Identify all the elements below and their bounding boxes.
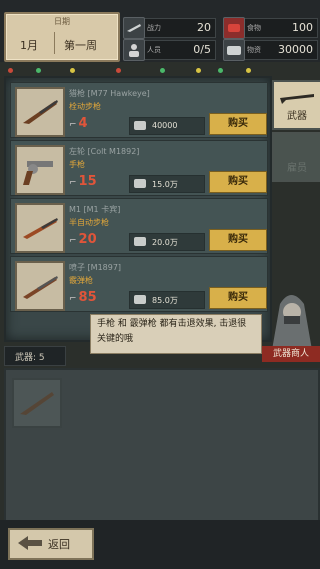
item-power: ⌐ 15 [69,174,97,189]
rifle-icon: ⌐ [69,236,77,246]
hunting-rifle-icon [20,392,54,415]
shotgun-icon [15,261,65,311]
weapons-count-label: 武器: 5 [15,353,45,363]
carbine-icon [15,203,65,253]
money-icon [223,39,245,61]
price-value: 85.0万 [152,296,178,305]
bottom-bar: 返回 [0,520,320,569]
item-type: 栓动步枪 [69,102,101,111]
tab-label: 雇员 [287,163,307,174]
stat-food: 食物 100 [223,17,318,39]
date-card: 日期 1月 第一周 [4,12,120,62]
weapon-shop-list[interactable]: 猎枪 [M77 Hawkeye] 栓动步枪 ⌐ 4 40000 购买 左轮 [Co… [4,76,272,342]
stat-value: 30000 [278,43,313,56]
shop-item: 左轮 [Colt M1892] 手枪 ⌐ 15 15.0万 购买 [10,140,268,196]
light-bulb [196,68,201,73]
rifle-icon: ⌐ [69,178,77,188]
date-month: 1月 [20,39,38,52]
merchant-dialog: 手枪 和 霰弹枪 都有击退效果, 击退很关键的哦 [90,314,262,354]
item-price: 40000 [129,117,205,135]
stat-value: 100 [292,21,313,34]
date-week: 第一周 [64,39,97,52]
date-title: 日期 [54,17,70,26]
buy-button[interactable]: 购买 [209,287,267,309]
revolver-icon [15,145,65,195]
price-value: 15.0万 [152,180,178,189]
tab-weapons[interactable]: 武器 [272,80,320,130]
item-name: 喷子 [M1897] [69,263,122,272]
back-button[interactable]: 返回 [8,528,94,560]
person-icon [123,39,145,61]
item-power: ⌐ 85 [69,290,97,305]
back-label: 返回 [48,538,70,551]
money-icon [134,121,146,130]
power-value: 20 [78,232,97,247]
buy-button[interactable]: 购买 [209,113,267,135]
rifle-icon [123,17,145,39]
rifle-icon: ⌐ [69,120,77,130]
item-type: 半自动步枪 [69,218,109,227]
power-value: 15 [78,174,97,189]
buy-button[interactable]: 购买 [209,171,267,193]
shop-item: 喷子 [M1897] 霰弹枪 ⌐ 85 85.0万 购买 [10,256,268,312]
shop-item: 猎枪 [M77 Hawkeye] 栓动步枪 ⌐ 4 40000 购买 [10,82,268,138]
shop-item: M1 [M1 卡宾] 半自动步枪 ⌐ 20 20.0万 购买 [10,198,268,254]
rifle-icon [280,94,314,104]
power-value: 85 [78,290,97,305]
item-name: M1 [M1 卡宾] [69,205,121,214]
stat-label: 人员 [147,46,161,54]
item-name: 猎枪 [M77 Hawkeye] [69,89,150,98]
inventory-slot[interactable] [12,378,62,428]
stat-value: 20 [197,21,211,34]
hunting-rifle-icon [15,87,65,137]
back-arrow-icon [18,536,42,550]
price-value: 40000 [152,121,178,130]
rifle-icon: ⌐ [69,294,77,304]
item-type: 霰弹枪 [69,276,93,285]
price-value: 20.0万 [152,238,178,247]
stat-personnel: 人员 0/5 [123,39,216,61]
merchant-label: 武器商人 [262,346,320,362]
light-bulb [246,68,251,73]
tab-staff[interactable]: 雇员 [272,132,320,182]
item-type: 手枪 [69,160,85,169]
light-bulb [8,68,13,73]
tab-label: 武器 [287,111,307,122]
item-name: 左轮 [Colt M1892] [69,147,140,156]
stat-label: 战力 [147,24,161,32]
light-bulb [116,68,121,73]
meat-icon [223,17,245,39]
stat-label: 物资 [247,46,261,54]
light-bulb [218,68,223,73]
weapons-count: 武器: 5 [4,346,66,366]
stat-label: 食物 [247,24,261,32]
light-bulb [160,68,165,73]
item-price: 15.0万 [129,175,205,193]
money-icon [134,237,146,246]
item-price: 20.0万 [129,233,205,251]
stat-power: 战力 20 [123,17,216,39]
item-power: ⌐ 4 [69,116,88,131]
money-icon [134,295,146,304]
inventory-panel [4,368,320,522]
item-power: ⌐ 20 [69,232,97,247]
date-divider [54,32,55,54]
power-value: 4 [78,116,88,131]
buy-button[interactable]: 购买 [209,229,267,251]
light-bulb [36,68,41,73]
item-price: 85.0万 [129,291,205,309]
light-bulb [70,68,75,73]
stat-supplies: 物资 30000 [223,39,318,61]
top-status-bar: 日期 1月 第一周 战力 20 食物 100 人员 0/5 物资 30000 [0,0,320,62]
stat-value: 0/5 [193,43,211,56]
money-icon [134,179,146,188]
string-lights [0,66,320,76]
